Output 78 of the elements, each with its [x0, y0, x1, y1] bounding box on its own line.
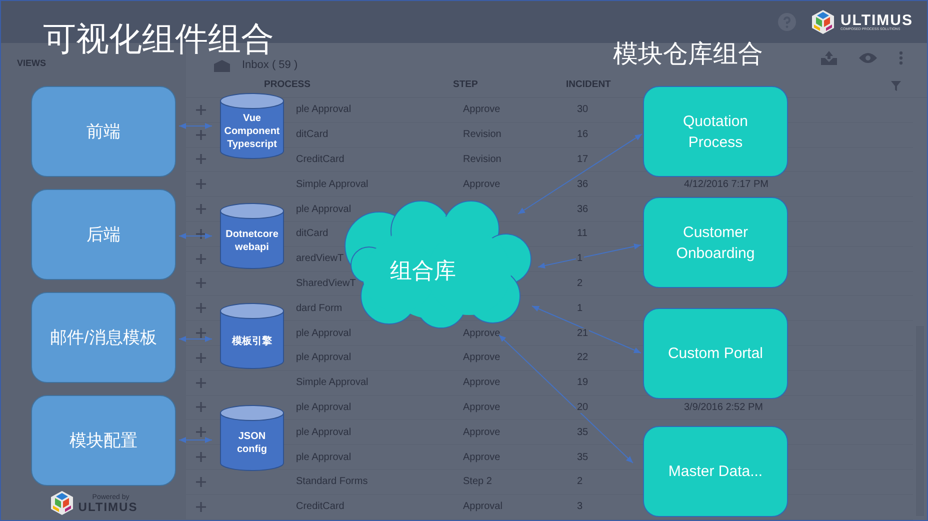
- drag-handle-icon[interactable]: [196, 104, 206, 115]
- incident-cell: 36: [576, 204, 590, 215]
- process-cell: Standard Forms: [296, 476, 368, 488]
- step-cell: Approval: [463, 501, 502, 512]
- column-header[interactable]: STEP: [453, 79, 478, 90]
- database-cylinder: 模板引擎: [220, 303, 284, 369]
- step-cell: Approve: [463, 426, 500, 438]
- column-header[interactable]: INCIDENT: [566, 79, 611, 90]
- drag-handle-icon[interactable]: [196, 303, 206, 314]
- layer-box: 模块配置: [31, 395, 176, 486]
- incident-cell: 35: [576, 452, 590, 463]
- module-box: Quotation Process: [643, 86, 788, 177]
- double-arrow: [178, 437, 212, 443]
- drag-handle-icon[interactable]: [196, 130, 206, 140]
- drag-handle-icon[interactable]: [196, 502, 206, 512]
- module-box: Customer Onboarding: [643, 197, 788, 288]
- brand-name: ULTIMUS: [840, 12, 913, 28]
- database-cylinder: Vue Component Typescript: [220, 93, 284, 159]
- column-header[interactable]: PROCESS: [264, 79, 310, 90]
- drag-handle-icon[interactable]: [196, 254, 206, 264]
- step-cell: Revision: [463, 154, 502, 165]
- database-cylinder: JSON config: [220, 405, 284, 471]
- drag-handle-icon[interactable]: [196, 427, 206, 438]
- process-cell: CreditCard: [296, 501, 344, 512]
- drag-handle-icon[interactable]: [196, 476, 206, 487]
- drag-handle-icon[interactable]: [196, 328, 206, 338]
- logo-icon: [810, 9, 836, 35]
- layer-box: 邮件/消息模板: [31, 292, 176, 383]
- drag-handle-icon[interactable]: [196, 452, 206, 462]
- process-cell: Simple Approval: [296, 178, 368, 190]
- inbox-title: Inbox ( 59 ): [242, 59, 298, 72]
- incident-cell: 2: [576, 278, 584, 289]
- repository-title: 模块仓库组合: [613, 39, 763, 70]
- drag-handle-icon[interactable]: [196, 378, 206, 388]
- incident-cell: 19: [576, 377, 590, 388]
- incident-cell: 20: [576, 402, 590, 413]
- process-cell: ditCard: [296, 129, 328, 140]
- drag-handle-icon[interactable]: [196, 402, 206, 412]
- incident-cell: 36: [576, 178, 590, 190]
- incident-cell: 30: [576, 104, 590, 116]
- incident-cell: 21: [576, 328, 590, 339]
- step-cell: Approve: [463, 402, 500, 413]
- step-cell: Approve: [463, 352, 500, 364]
- more-icon[interactable]: [899, 50, 903, 64]
- process-cell: CreditCard: [296, 154, 344, 165]
- double-arrow: [178, 123, 212, 129]
- module-box: Custom Portal: [643, 308, 788, 399]
- filter-icon[interactable]: [891, 80, 901, 90]
- cloud-label: 组合库: [390, 257, 456, 285]
- step-cell: Approve: [463, 452, 500, 463]
- drag-handle-icon[interactable]: [196, 154, 206, 164]
- drag-handle-icon[interactable]: [196, 228, 206, 239]
- step-cell: Approve: [463, 377, 500, 388]
- step-cell: Approve: [463, 178, 500, 190]
- layer-box: 后端: [31, 189, 176, 280]
- layer-box: 前端: [31, 86, 176, 177]
- drag-handle-icon[interactable]: [196, 278, 206, 288]
- double-arrow: [178, 233, 212, 239]
- step-cell: Revision: [463, 129, 502, 140]
- process-cell: aredViewT: [296, 253, 344, 264]
- eye-icon[interactable]: [859, 52, 877, 64]
- start-cell-text: 4/12/2016 7:17 PM: [684, 178, 769, 192]
- double-arrow: [178, 336, 212, 342]
- incident-cell: 35: [576, 426, 590, 438]
- database-cylinder: Dotnetcore webapi: [220, 203, 284, 269]
- step-cell: Approve: [463, 104, 500, 116]
- process-cell: ditCard: [296, 228, 328, 240]
- drag-handle-icon[interactable]: [196, 204, 206, 214]
- upload-icon[interactable]: [821, 50, 837, 64]
- incident-cell: 3: [576, 501, 584, 512]
- drag-handle-icon[interactable]: [196, 352, 206, 363]
- process-cell: SharedViewT: [296, 278, 356, 289]
- step-cell: Approve: [463, 328, 500, 339]
- drag-handle-icon[interactable]: [196, 179, 206, 190]
- diagram-title: 可视化组件组合: [43, 22, 274, 56]
- process-cell: Simple Approval: [296, 377, 368, 388]
- module-box: Master Data...: [643, 426, 788, 517]
- footer-logo-icon: [49, 490, 76, 516]
